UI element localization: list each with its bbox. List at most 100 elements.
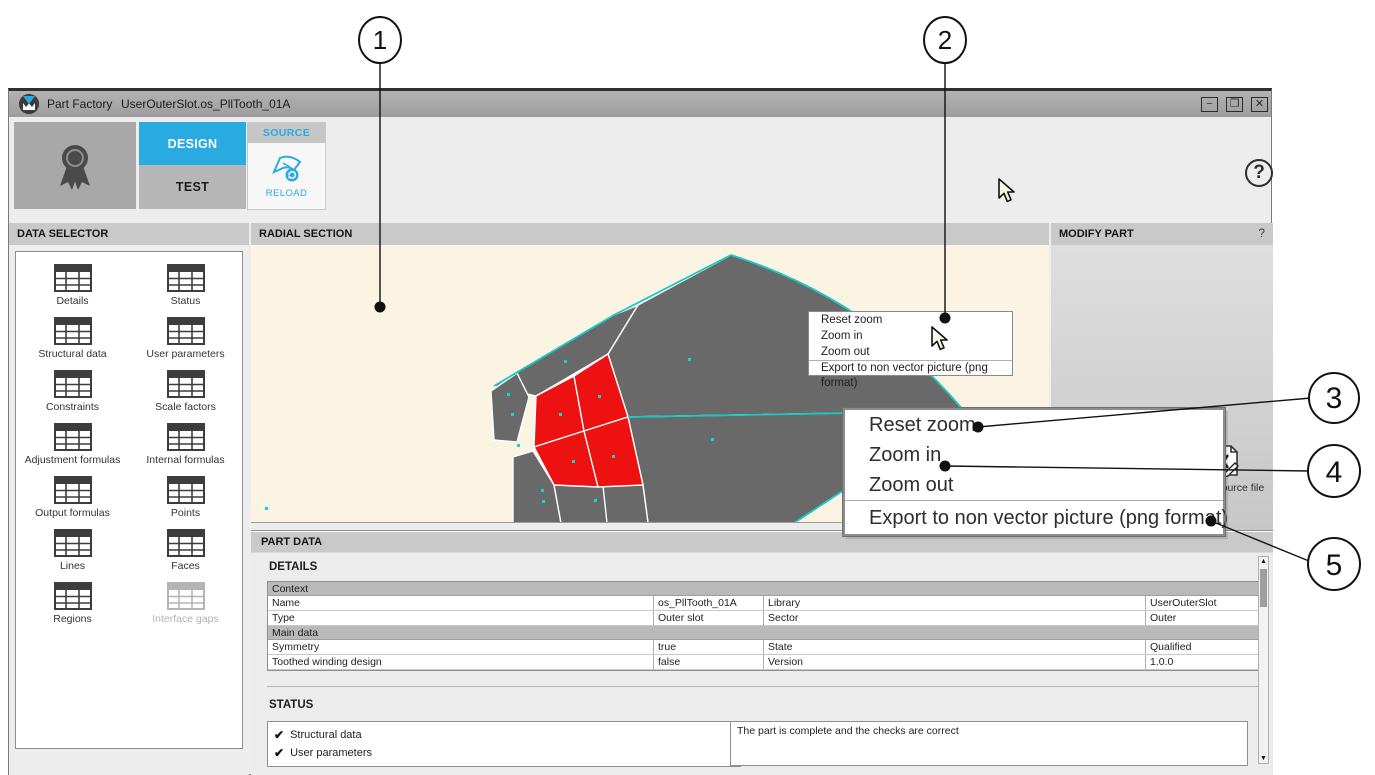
reload-button[interactable]: RELOAD [248, 143, 325, 209]
checkmark-icon: ✔ [274, 728, 284, 742]
app-logo-icon [19, 94, 39, 114]
menu-item-zoom-in[interactable]: Zoom in [809, 328, 1012, 344]
status-check-item: ✔ Structural data [274, 726, 740, 744]
scroll-up-arrow[interactable]: ▲ [1259, 558, 1268, 565]
modify-part-help[interactable]: ? [1258, 226, 1265, 240]
details-cell: os_PllTooth_01A [654, 596, 764, 610]
data-table-icon [54, 423, 92, 451]
data-selector-item-adjustment-formulas[interactable]: Adjustment formulas [16, 423, 129, 476]
menu-item-reset-zoom[interactable]: Reset zoom [809, 312, 1012, 328]
radial-section-title: RADIAL SECTION [259, 228, 352, 240]
checkmark-icon: ✔ [274, 746, 284, 760]
data-table-icon [167, 317, 205, 345]
data-selector-item-output-formulas[interactable]: Output formulas [16, 476, 129, 529]
data-selector-item-label: Scale factors [155, 401, 216, 413]
title-bar: Part Factory UserOuterSlot.os_PllTooth_0… [9, 91, 1271, 117]
restore-button[interactable]: ❐ [1226, 97, 1243, 112]
data-selector-item-label: Faces [171, 560, 200, 572]
menu-item-reset-zoom[interactable]: Reset zoom [845, 410, 1223, 440]
data-table-icon [167, 370, 205, 398]
source-group-label: SOURCE [248, 123, 325, 143]
data-selector-list: Details Status Structural data User paramet… [15, 251, 243, 749]
scroll-down-arrow[interactable]: ▼ [1259, 755, 1268, 762]
details-data-row: TypeOuter slotSectorOuter [268, 611, 1262, 626]
details-cell: State [764, 640, 1146, 654]
status-check-label: User parameters [290, 747, 372, 759]
data-table-icon [167, 529, 205, 557]
data-selector-item-details[interactable]: Details [16, 264, 129, 317]
minimize-button[interactable]: − [1201, 97, 1218, 112]
status-message: The part is complete and the checks are … [737, 725, 959, 737]
scrollbar-thumb[interactable] [1260, 569, 1267, 607]
data-selector-item-user-parameters[interactable]: User parameters [129, 317, 242, 370]
svg-text:2: 2 [938, 25, 952, 55]
data-selector-item-label: Interface gaps [152, 613, 219, 625]
tab-design[interactable]: DESIGN [139, 122, 246, 165]
details-cell: Qualified [1146, 640, 1264, 654]
zoom-context-menu: Reset zoomZoom inZoom outExport to non v… [808, 311, 1013, 376]
data-selector-item-points[interactable]: Points [129, 476, 242, 529]
data-selector-item-label: Details [56, 295, 88, 307]
zoom-context-menu-enlarged: Reset zoomZoom inZoom outExport to non v… [843, 408, 1225, 536]
radial-section-header: RADIAL SECTION [251, 223, 1049, 245]
tab-test[interactable]: TEST [139, 165, 246, 209]
data-selector-item-structural-data[interactable]: Structural data [16, 317, 129, 370]
data-table-icon [54, 582, 92, 610]
details-cell: Type [268, 611, 654, 625]
part-data-panel: PART DATA DETAILS ContextNameos_PllTooth… [251, 530, 1273, 775]
data-selector-item-internal-formulas[interactable]: Internal formulas [129, 423, 242, 476]
details-cell: Version [764, 655, 1146, 669]
menu-item-export-png[interactable]: Export to non vector picture (png format… [845, 500, 1223, 534]
status-check-item: ✔ User parameters [274, 744, 740, 762]
status-check-label: Structural data [290, 729, 362, 741]
qualified-badge-button[interactable] [14, 122, 136, 209]
status-check-item: ✔Constraints [274, 762, 740, 767]
details-cell: false [654, 655, 764, 669]
menu-item-export-png[interactable]: Export to non vector picture (png format… [809, 360, 1012, 375]
details-cell: 1.0.0 [1146, 655, 1264, 669]
medal-icon [52, 140, 98, 192]
details-data-row: Toothed winding designfalseVersion1.0.0 [268, 655, 1262, 670]
source-group: SOURCE RELOAD [247, 122, 326, 210]
details-cell: true [654, 640, 764, 654]
svg-text:5: 5 [1326, 549, 1343, 582]
svg-text:1: 1 [373, 25, 387, 55]
menu-item-zoom-in[interactable]: Zoom in [845, 440, 1223, 470]
part-data-title: PART DATA [261, 536, 322, 548]
data-selector-title: DATA SELECTOR [17, 228, 108, 240]
details-cell: Library [764, 596, 1146, 610]
data-table-icon [167, 582, 205, 610]
data-selector-item-label: Regions [53, 613, 92, 625]
modify-part-header: MODIFY PART ? [1051, 223, 1273, 245]
help-button[interactable]: ? [1245, 159, 1273, 187]
svg-text:3: 3 [1326, 382, 1343, 415]
status-title: STATUS [269, 699, 313, 711]
data-selector-item-label: Structural data [38, 348, 106, 360]
status-check-label: Constraints [290, 765, 346, 767]
details-cell: Sector [764, 611, 1146, 625]
part-data-scrollbar[interactable]: ▲ ▼ [1258, 556, 1269, 764]
data-table-icon [167, 264, 205, 292]
data-selector-item-faces[interactable]: Faces [129, 529, 242, 582]
divider [267, 686, 1263, 687]
details-data-row: Nameos_PllTooth_01ALibraryUserOuterSlot [268, 596, 1262, 611]
data-selector-item-lines[interactable]: Lines [16, 529, 129, 582]
details-cell: Outer [1146, 611, 1264, 625]
data-selector-item-label: Status [171, 295, 201, 307]
menu-item-zoom-out[interactable]: Zoom out [845, 470, 1223, 500]
data-selector-item-status[interactable]: Status [129, 264, 242, 317]
data-selector-panel: Details Status Structural data User paramet… [9, 245, 249, 775]
details-cell: Name [268, 596, 654, 610]
data-selector-item-label: Lines [60, 560, 85, 572]
document-title: UserOuterSlot.os_PllTooth_01A [121, 97, 290, 111]
svg-text:4: 4 [1326, 456, 1343, 489]
data-selector-item-regions[interactable]: Regions [16, 582, 129, 635]
data-table-icon [54, 264, 92, 292]
menu-item-zoom-out[interactable]: Zoom out [809, 344, 1012, 360]
close-button[interactable]: ✕ [1251, 97, 1268, 112]
details-table: ContextNameos_PllTooth_01ALibraryUserOut… [267, 581, 1263, 671]
data-selector-item-constraints[interactable]: Constraints [16, 370, 129, 423]
details-data-row: SymmetrytrueStateQualified [268, 640, 1262, 655]
data-table-icon [54, 317, 92, 345]
data-selector-item-scale-factors[interactable]: Scale factors [129, 370, 242, 423]
